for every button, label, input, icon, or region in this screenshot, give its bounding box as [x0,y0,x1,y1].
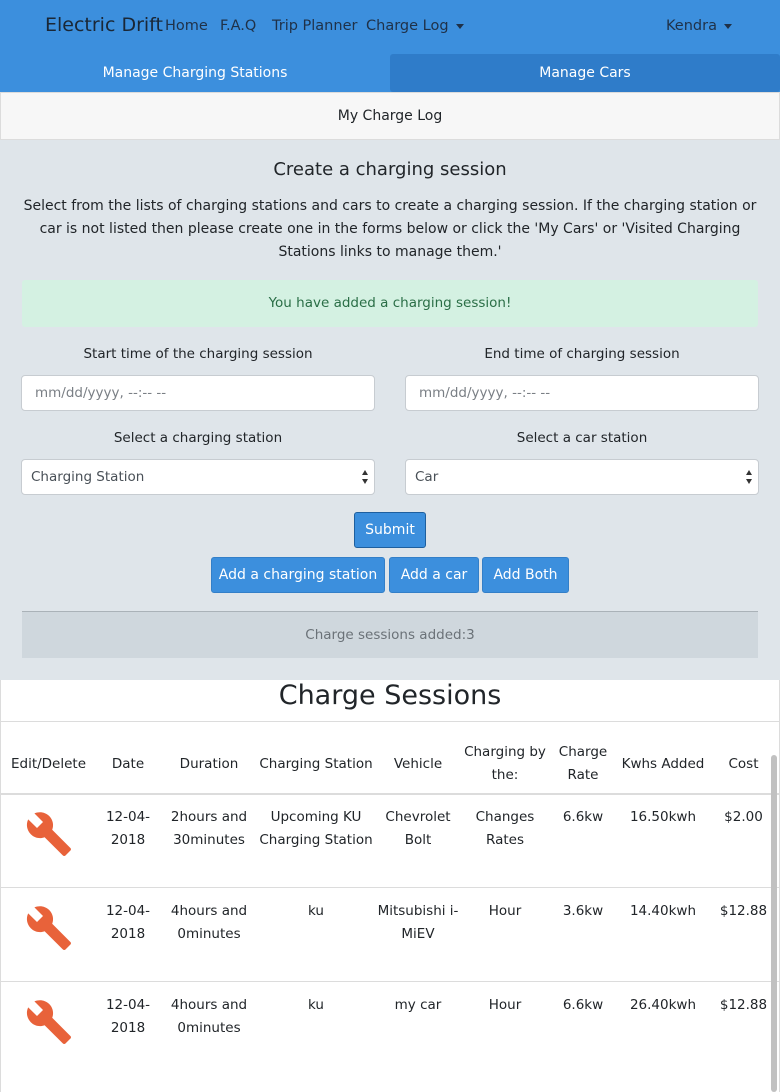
table-header-divider [0,793,780,795]
create-session-heading: Create a charging session [273,159,507,180]
cell-cost: $12.88 [719,997,768,1013]
cell-vehicle: Chevrolet Bolt [385,809,451,848]
station-select-value: Charging Station [31,469,145,485]
success-alert: You have added a charging session! [22,280,758,327]
cell-charge-rate: 3.6kw [562,903,604,919]
row-divider [0,981,780,982]
cell-charge-rate: 6.6kw [562,809,604,825]
caret-down-icon [723,23,732,29]
select-arrows-icon [746,470,754,486]
cell-vehicle: Mitsubishi i-MiEV [377,903,459,942]
end-time-label: End time of charging session [484,346,680,362]
charge-log-header: My Charge Log [0,92,780,140]
cell-station: Upcoming KU Charging Station [259,809,373,848]
cell-duration: 4hours and 0minutes [170,997,248,1036]
start-time-input[interactable]: mm/dd/yyyy, --:-- -- [21,375,375,411]
nav-home[interactable]: Home [165,18,208,34]
navbar: Electric Drift Home F.A.Q Trip Planner C… [0,0,780,54]
cell-station: ku [308,997,324,1013]
cell-charge-rate: 6.6kw [562,997,604,1013]
cell-kwhs-added: 26.40kwh [629,997,697,1013]
col-charging-by: Charging by the: [464,744,546,783]
row-divider [0,887,780,888]
add-charging-station-button[interactable]: Add a charging station [211,557,385,593]
create-session-description: Select from the lists of charging statio… [23,198,757,260]
car-select[interactable]: Car [405,459,759,495]
cell-date: 12-04-2018 [105,903,151,942]
add-car-button[interactable]: Add a car [389,557,479,593]
caret-down-icon [455,23,464,29]
cell-kwhs-added: 14.40kwh [629,903,697,919]
charge-sessions-title: Charge Sessions [0,680,780,722]
start-time-label: Start time of the charging session [83,346,313,362]
col-vehicle: Vehicle [393,755,443,772]
cell-date: 12-04-2018 [105,997,151,1036]
col-edit-delete: Edit/Delete [10,755,87,772]
user-name: Kendra [666,18,717,34]
car-select-value: Car [415,469,439,485]
wrench-icon[interactable] [25,904,73,952]
sessions-added-counter: Charge sessions added:3 [22,611,758,658]
nav-charge-log-label: Charge Log [366,18,449,34]
car-select-label: Select a car station [516,430,648,446]
col-charge-rate: Charge Rate [558,744,608,783]
end-time-input[interactable]: mm/dd/yyyy, --:-- -- [405,375,759,411]
nav-charge-log-dropdown[interactable]: Charge Log [366,18,464,34]
station-select-label: Select a charging station [113,430,283,446]
col-date: Date [111,755,145,772]
add-both-button[interactable]: Add Both [482,557,569,593]
col-kwhs-added: Kwhs Added [621,755,705,772]
table-scrollbar[interactable] [771,755,777,1092]
cell-kwhs-added: 16.50kwh [629,809,697,825]
cell-charging-by: Changes Rates [475,809,535,848]
sub-navigation: Manage Charging Stations Manage Cars [0,54,780,92]
select-arrows-icon [362,470,370,486]
tab-manage-charging-stations[interactable]: Manage Charging Stations [0,54,390,92]
col-charging-station: Charging Station [259,755,373,772]
brand-logo[interactable]: Electric Drift [45,14,163,36]
cell-charging-by: Hour [488,997,522,1013]
cell-duration: 4hours and 0minutes [170,903,248,942]
cell-cost: $12.88 [719,903,768,919]
nav-trip-planner[interactable]: Trip Planner [272,18,357,34]
nav-faq[interactable]: F.A.Q [220,18,256,34]
col-cost: Cost [728,755,759,772]
cell-station: ku [308,903,324,919]
cell-cost: $2.00 [724,809,763,825]
user-menu-dropdown[interactable]: Kendra [666,18,732,34]
submit-button[interactable]: Submit [354,512,426,548]
col-duration: Duration [179,755,239,772]
tab-manage-cars[interactable]: Manage Cars [390,54,780,92]
wrench-icon[interactable] [25,810,73,858]
wrench-icon[interactable] [25,998,73,1046]
cell-duration: 2hours and 30minutes [170,809,248,848]
cell-charging-by: Hour [488,903,522,919]
station-select[interactable]: Charging Station [21,459,375,495]
cell-date: 12-04-2018 [105,809,151,848]
cell-vehicle: my car [394,997,442,1013]
